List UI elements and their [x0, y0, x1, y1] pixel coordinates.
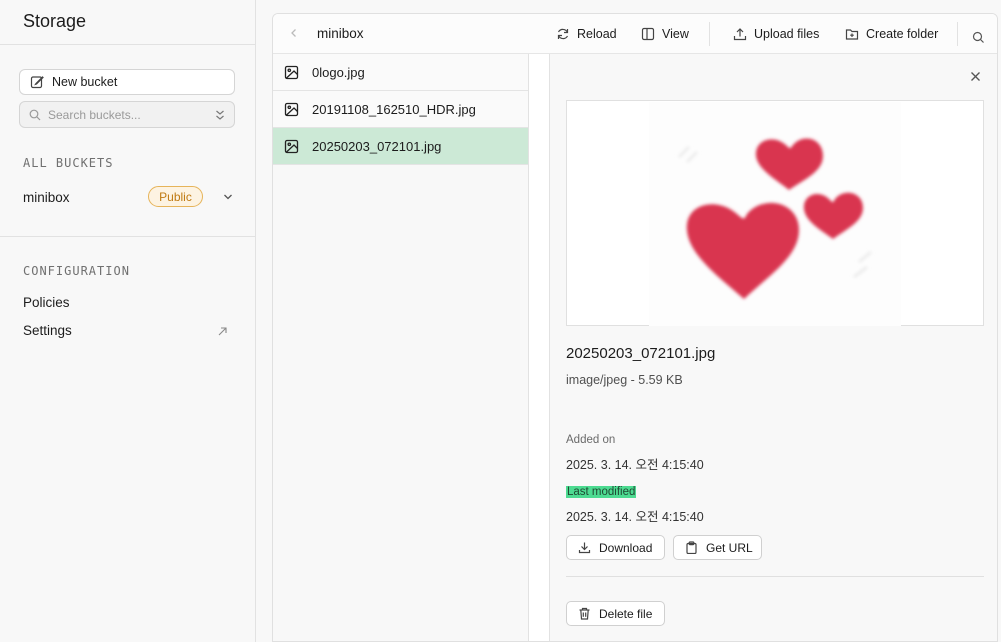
- external-link-icon: [217, 326, 228, 337]
- storage-explorer: minibox Reload View Upload files Create …: [272, 13, 998, 642]
- search-icon: [29, 109, 41, 121]
- reload-button[interactable]: Reload: [556, 24, 617, 44]
- view-button[interactable]: View: [641, 24, 689, 44]
- file-item-selected[interactable]: 20250203_072101.jpg: [273, 128, 528, 165]
- file-list: 0logo.jpg 20191108_162510_HDR.jpg 202502…: [273, 54, 529, 641]
- toolbar-divider: [957, 22, 958, 46]
- file-name: 20191108_162510_HDR.jpg: [312, 101, 476, 117]
- public-badge: Public: [148, 186, 203, 207]
- sidebar-divider: [0, 236, 255, 237]
- upload-files-button[interactable]: Upload files: [733, 24, 819, 44]
- file-name: 0logo.jpg: [312, 64, 365, 80]
- file-name: 20250203_072101.jpg: [312, 138, 442, 154]
- bucket-title: minibox: [317, 26, 364, 41]
- new-bucket-label: New bucket: [52, 75, 118, 89]
- create-folder-button[interactable]: Create folder: [845, 24, 938, 44]
- back-chevron-icon[interactable]: [288, 27, 300, 39]
- configuration-heading: CONFIGURATION: [23, 264, 130, 278]
- detail-file-meta: image/jpeg - 5.59 KB: [566, 373, 683, 387]
- edit-icon: [30, 75, 44, 89]
- file-item[interactable]: 20191108_162510_HDR.jpg: [273, 91, 528, 128]
- sidebar-item-settings[interactable]: Settings: [23, 323, 72, 338]
- download-label: Download: [599, 540, 653, 555]
- upload-files-label: Upload files: [754, 27, 820, 41]
- chevron-down-icon[interactable]: [222, 191, 234, 203]
- added-on-label: Added on: [566, 434, 616, 446]
- search-buckets[interactable]: [19, 101, 235, 128]
- added-on-value: 2025. 3. 14. 오전 4:15:40: [566, 458, 704, 472]
- sidebar: Storage New bucket ALL BUCKETS minibox P…: [0, 0, 256, 642]
- create-folder-label: Create folder: [866, 27, 939, 41]
- image-file-icon: [284, 65, 299, 80]
- refresh-icon: [556, 27, 570, 41]
- last-modified-label: Last modified: [566, 486, 637, 498]
- all-buckets-heading: ALL BUCKETS: [23, 156, 114, 170]
- toolbar-divider: [709, 22, 710, 46]
- search-buckets-input[interactable]: [48, 107, 198, 122]
- folder-plus-icon: [845, 27, 859, 41]
- download-icon: [578, 541, 591, 554]
- clipboard-icon: [685, 541, 698, 554]
- delete-file-button[interactable]: Delete file: [566, 601, 665, 626]
- bucket-item-minibox[interactable]: minibox Public: [0, 184, 255, 210]
- get-url-button[interactable]: Get URL: [673, 535, 762, 560]
- get-url-label: Get URL: [706, 540, 753, 555]
- hearts-image: [649, 102, 901, 326]
- detail-file-name: 20250203_072101.jpg: [566, 345, 716, 362]
- sidebar-title: Storage: [0, 0, 255, 45]
- image-file-icon: [284, 102, 299, 117]
- search-icon[interactable]: [972, 27, 985, 47]
- toolbar: minibox Reload View Upload files Create …: [273, 14, 997, 54]
- download-button[interactable]: Download: [566, 535, 665, 560]
- sidebar-item-policies[interactable]: Policies: [23, 295, 70, 310]
- file-detail-panel: 20250203_072101.jpg image/jpeg - 5.59 KB…: [549, 54, 997, 641]
- last-modified-value: 2025. 3. 14. 오전 4:15:40: [566, 510, 704, 524]
- image-preview: [566, 100, 984, 326]
- upload-icon: [733, 27, 747, 41]
- image-file-icon: [284, 139, 299, 154]
- trash-icon: [578, 607, 591, 620]
- reload-label: Reload: [577, 27, 617, 41]
- view-label: View: [662, 27, 689, 41]
- file-item[interactable]: 0logo.jpg: [273, 54, 528, 91]
- close-icon[interactable]: [970, 71, 981, 82]
- chevrons-up-down-icon[interactable]: [213, 108, 227, 122]
- detail-divider: [566, 576, 984, 577]
- bucket-name: minibox: [23, 189, 70, 205]
- delete-file-label: Delete file: [599, 606, 653, 621]
- new-bucket-button[interactable]: New bucket: [19, 69, 235, 95]
- columns-icon: [641, 27, 655, 41]
